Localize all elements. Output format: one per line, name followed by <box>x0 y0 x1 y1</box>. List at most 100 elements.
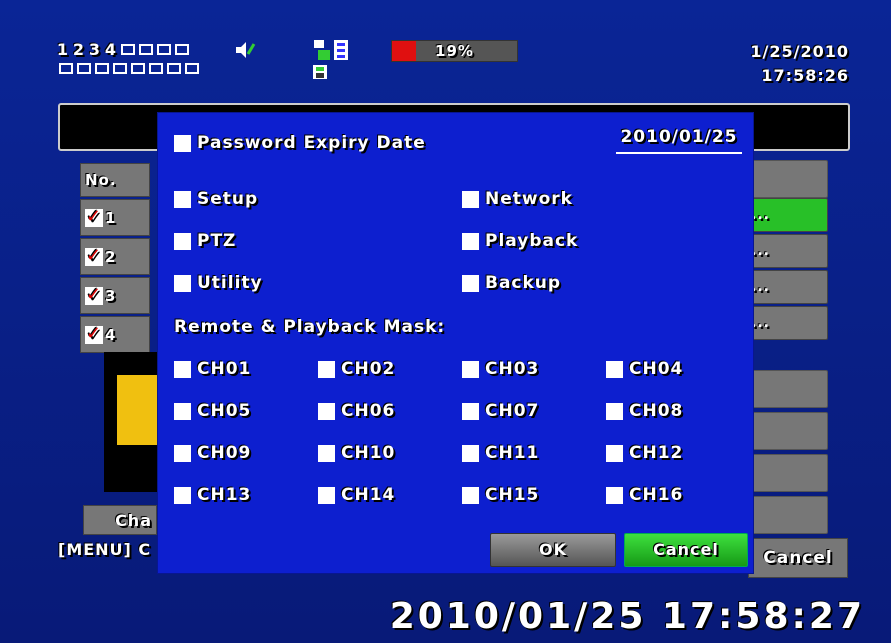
channel-option[interactable]: CH02 <box>318 359 395 379</box>
network-icon <box>314 40 348 60</box>
checkbox[interactable] <box>462 274 479 292</box>
channel-number: 1 <box>56 40 70 59</box>
channel-label: CH14 <box>341 485 396 505</box>
checkbox[interactable] <box>462 190 479 208</box>
password-expiry-label: Password Expiry Date <box>197 133 426 153</box>
channel-label: CH04 <box>629 359 684 379</box>
channel-option[interactable]: CH05 <box>174 401 251 421</box>
checkbox[interactable] <box>174 360 191 378</box>
checkbox[interactable] <box>318 402 335 420</box>
channel-label: CH11 <box>485 443 540 463</box>
table-row[interactable]: ✓ 3 <box>80 277 150 314</box>
checkbox-checked-icon[interactable]: ✓ <box>85 207 103 227</box>
permission-backup[interactable]: Backup <box>462 273 561 293</box>
channel-option[interactable]: CH08 <box>606 401 683 421</box>
checkbox[interactable] <box>606 444 623 462</box>
row-number: 4 <box>105 325 117 344</box>
password-expiry-option[interactable]: Password Expiry Date <box>174 133 426 153</box>
background-cancel-button[interactable]: Cancel <box>748 538 848 578</box>
checkbox-checked-icon[interactable]: ✓ <box>85 246 103 266</box>
checkbox[interactable] <box>318 360 335 378</box>
edit-user-button[interactable]: ... <box>748 270 828 304</box>
checkbox-checked-icon[interactable]: ✓ <box>85 324 103 344</box>
side-button[interactable] <box>748 496 828 534</box>
checkbox[interactable] <box>318 444 335 462</box>
checkbox[interactable] <box>462 232 479 250</box>
checkbox[interactable] <box>174 444 191 462</box>
channel-option[interactable]: CH07 <box>462 401 539 421</box>
checkbox[interactable] <box>462 402 479 420</box>
checkbox[interactable] <box>606 486 623 504</box>
checkbox-checked-icon[interactable]: ✓ <box>85 285 103 305</box>
disk-icon <box>313 65 327 79</box>
checkbox[interactable] <box>174 190 191 208</box>
checkbox[interactable] <box>174 232 191 250</box>
ok-button[interactable]: OK <box>490 533 616 567</box>
checkbox[interactable] <box>462 444 479 462</box>
permission-network[interactable]: Network <box>462 189 573 209</box>
edit-user-button[interactable]: ... <box>748 306 828 340</box>
edit-user-button[interactable]: ... <box>748 234 828 268</box>
channel-option[interactable]: CH09 <box>174 443 251 463</box>
channel-option[interactable]: CH16 <box>606 485 683 505</box>
channel-label: CH07 <box>485 401 540 421</box>
permission-playback[interactable]: Playback <box>462 231 578 251</box>
table-row[interactable]: ✓ 4 <box>80 316 150 353</box>
cancel-button[interactable]: Cancel <box>624 533 748 567</box>
channel-empty-icon <box>95 63 109 74</box>
channel-option[interactable]: CH10 <box>318 443 395 463</box>
permission-label: Playback <box>485 231 579 251</box>
expiry-date-field[interactable]: 2010/01/25 <box>616 127 742 154</box>
channel-empty-icon <box>121 44 135 55</box>
permission-utility[interactable]: Utility <box>174 273 263 293</box>
channel-empty-icon <box>185 63 199 74</box>
row-number: 1 <box>105 208 117 227</box>
row-number: 2 <box>105 247 117 266</box>
checkbox[interactable] <box>174 274 191 292</box>
channel-label: CH16 <box>629 485 684 505</box>
side-button[interactable] <box>748 370 828 408</box>
checkbox[interactable] <box>174 402 191 420</box>
checkbox[interactable] <box>462 360 479 378</box>
channel-empty-icon <box>149 63 163 74</box>
channel-label: CH13 <box>197 485 252 505</box>
permission-dialog: Password Expiry Date 2010/01/25 Setup Ne… <box>157 112 754 574</box>
checkbox[interactable] <box>318 486 335 504</box>
permission-label: PTZ <box>197 231 237 251</box>
change-button[interactable]: Cha <box>83 505 157 535</box>
permission-label: Network <box>485 189 573 209</box>
table-header-no: No. <box>80 163 150 197</box>
channel-option[interactable]: CH01 <box>174 359 251 379</box>
checkbox[interactable] <box>174 486 191 504</box>
channel-empty-icon <box>113 63 127 74</box>
channel-label: CH10 <box>341 443 396 463</box>
checkbox[interactable] <box>174 134 191 152</box>
channel-option[interactable]: CH13 <box>174 485 251 505</box>
permission-label: Setup <box>197 189 259 209</box>
checkbox[interactable] <box>462 486 479 504</box>
side-button[interactable] <box>748 454 828 492</box>
checkbox[interactable] <box>606 402 623 420</box>
time-display: 17:58:26 <box>761 66 849 85</box>
permission-setup[interactable]: Setup <box>174 189 258 209</box>
channel-option[interactable]: CH03 <box>462 359 539 379</box>
channel-option[interactable]: CH06 <box>318 401 395 421</box>
side-button[interactable] <box>748 412 828 450</box>
channel-empty-icon <box>131 63 145 74</box>
channel-empty-icon <box>77 63 91 74</box>
channel-option[interactable]: CH12 <box>606 443 683 463</box>
channel-label: CH05 <box>197 401 252 421</box>
channel-label: CH15 <box>485 485 540 505</box>
checkbox[interactable] <box>606 360 623 378</box>
table-row[interactable]: ✓ 2 <box>80 238 150 275</box>
edit-user-button[interactable]: ... <box>748 198 828 232</box>
channel-option[interactable]: CH04 <box>606 359 683 379</box>
table-row[interactable]: ✓ 1 <box>80 199 150 236</box>
channel-option[interactable]: CH15 <box>462 485 539 505</box>
permission-ptz[interactable]: PTZ <box>174 231 236 251</box>
clock: 1/25/2010 17:58:26 <box>750 40 849 88</box>
row-number: 3 <box>105 286 117 305</box>
channel-option[interactable]: CH11 <box>462 443 539 463</box>
channel-option[interactable]: CH14 <box>318 485 395 505</box>
hdd-usage-bar: 19% <box>391 40 518 62</box>
